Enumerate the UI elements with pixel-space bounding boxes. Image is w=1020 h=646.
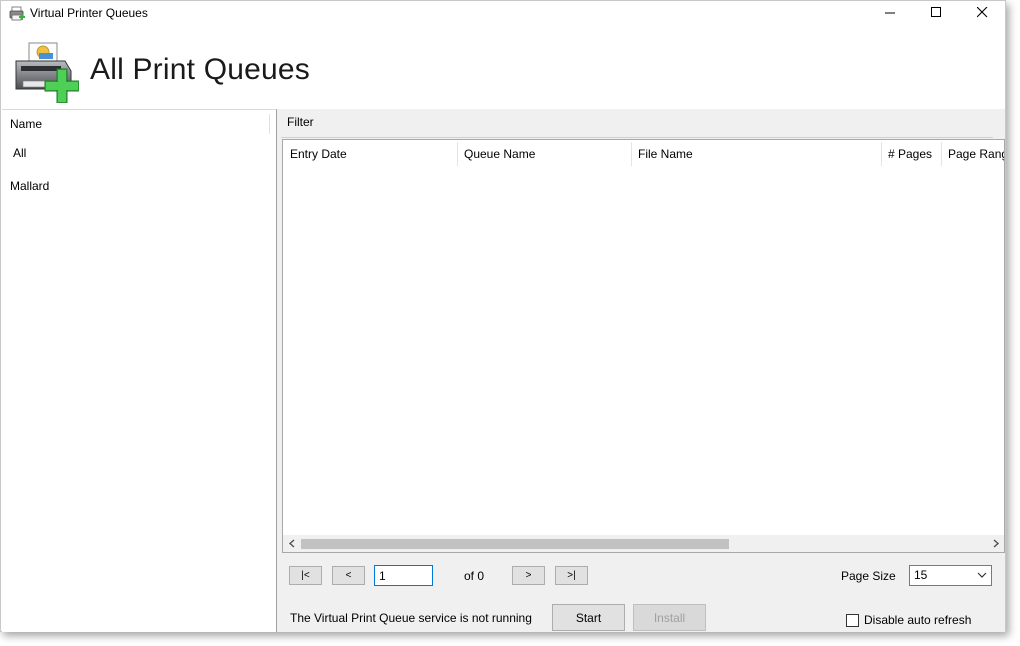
maximize-icon (930, 7, 942, 21)
start-button[interactable]: Start (552, 604, 625, 631)
horizontal-scrollbar[interactable] (283, 535, 1004, 552)
filter-divider (281, 137, 993, 138)
window-title: Virtual Printer Queues (30, 6, 148, 20)
page-count-label: of 0 (464, 569, 485, 583)
name-column-header[interactable]: Name (10, 117, 42, 131)
page-size-select[interactable]: 15 (909, 565, 992, 586)
page-size-label: Page Size (841, 569, 896, 583)
print-jobs-grid[interactable]: Entry Date Queue Name File Name # Pages … (282, 139, 1005, 553)
next-page-button[interactable]: > (512, 566, 545, 585)
printer-icon (9, 6, 25, 22)
scroll-right-icon[interactable] (987, 535, 1004, 552)
maximize-button[interactable] (913, 1, 959, 27)
queue-item-mallard[interactable]: Mallard (10, 179, 49, 193)
disable-auto-refresh-label: Disable auto refresh (864, 613, 972, 627)
column-entry-date[interactable]: Entry Date (283, 140, 457, 168)
printer-add-icon (13, 41, 80, 104)
scroll-left-icon[interactable] (283, 535, 300, 552)
disable-auto-refresh-checkbox[interactable] (846, 613, 859, 627)
app-window: Virtual Printer Queues All Print Queues … (0, 0, 1006, 632)
column-pages[interactable]: # Pages (881, 140, 941, 168)
disable-auto-refresh-option[interactable]: Disable auto refresh (846, 613, 971, 627)
minimize-button[interactable] (867, 1, 913, 27)
chevron-down-icon (977, 569, 987, 583)
first-page-button[interactable]: |< (289, 566, 322, 585)
install-button[interactable]: Install (633, 604, 706, 631)
page-size-value: 15 (914, 568, 928, 582)
scrollbar-thumb[interactable] (301, 539, 729, 549)
queue-list-panel: Name All Mallard (2, 109, 277, 632)
close-icon (976, 6, 988, 21)
previous-page-button[interactable]: < (332, 566, 365, 585)
title-bar[interactable]: Virtual Printer Queues (1, 1, 1005, 27)
column-page-range[interactable]: Page Rang (941, 140, 1004, 168)
column-file-name[interactable]: File Name (631, 140, 881, 168)
page-title: All Print Queues (90, 53, 310, 86)
queue-item-all[interactable]: All (13, 146, 26, 160)
column-queue-name[interactable]: Queue Name (457, 140, 631, 168)
close-button[interactable] (959, 1, 1005, 27)
grid-header: Entry Date Queue Name File Name # Pages … (283, 140, 1004, 168)
queue-content-panel: Filter Entry Date Queue Name File Name #… (277, 109, 1005, 632)
column-divider (269, 114, 270, 134)
page-number-input[interactable] (374, 565, 433, 586)
last-page-button[interactable]: >| (555, 566, 588, 585)
minimize-icon (884, 7, 896, 21)
filter-label[interactable]: Filter (287, 115, 314, 129)
service-status-text: The Virtual Print Queue service is not r… (290, 611, 532, 625)
